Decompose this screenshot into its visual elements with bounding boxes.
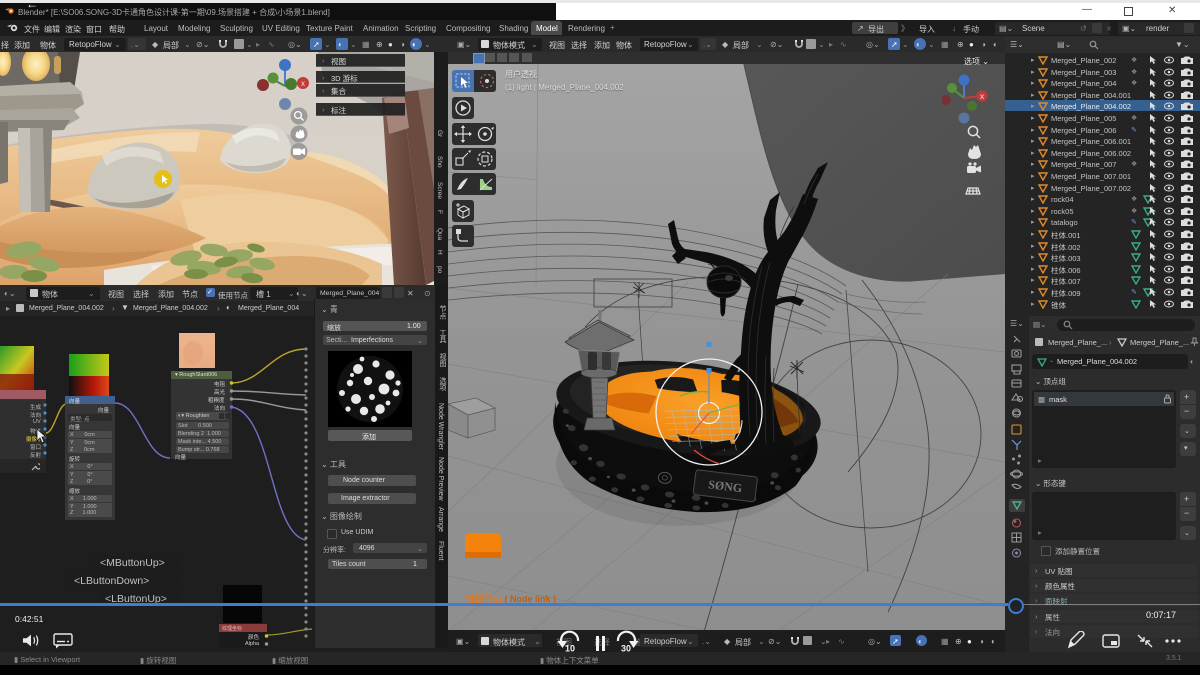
- svg-text:X: X: [301, 82, 305, 88]
- svg-text:30: 30: [621, 644, 631, 654]
- svg-text:10: 10: [565, 644, 575, 654]
- svg-text:X: X: [980, 94, 985, 101]
